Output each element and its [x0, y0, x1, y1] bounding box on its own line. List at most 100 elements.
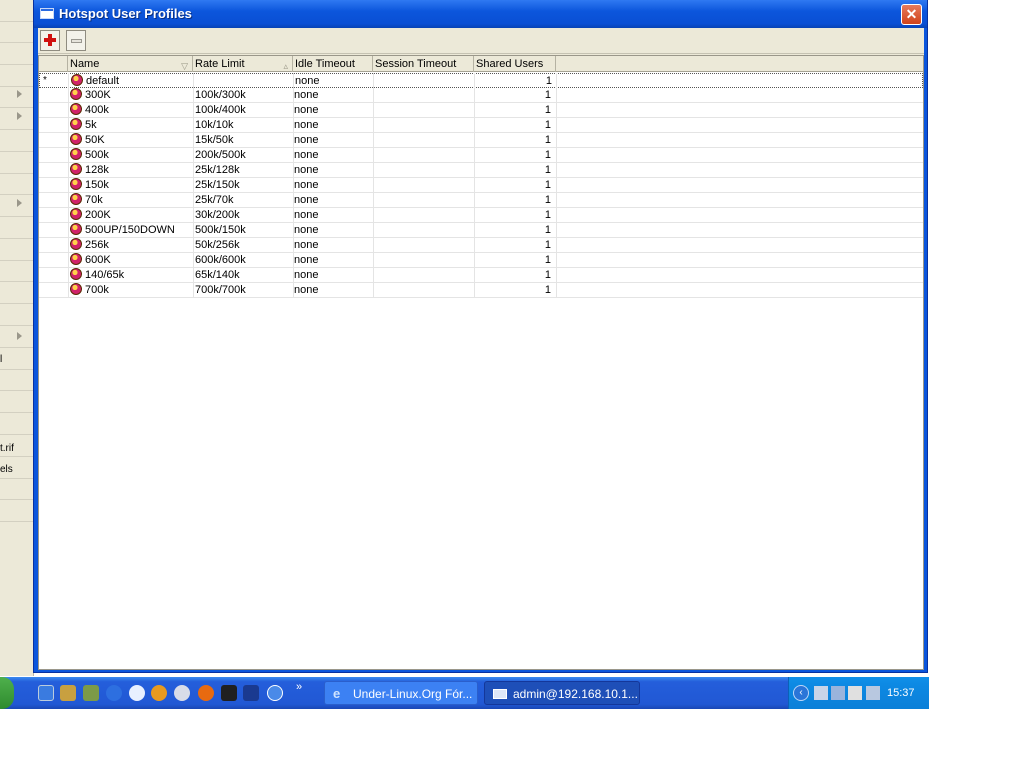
table-row[interactable]: 5k 10k/10k none 1 [39, 118, 923, 133]
quicklaunch-app-icon[interactable] [60, 685, 76, 701]
cell-rate-limit: 30k/200k [195, 209, 240, 221]
system-tray: ‹ 15:37 [788, 677, 929, 709]
quicklaunch-overflow-button[interactable]: » [296, 681, 302, 693]
clock[interactable]: 15:37 [887, 677, 915, 709]
cell-idle-timeout: none [294, 179, 319, 191]
taskbar-button-winbox[interactable]: admin@192.168.10.1... [484, 681, 640, 705]
cell-idle-timeout: none [294, 284, 319, 296]
add-button[interactable] [40, 30, 60, 51]
command-prompt-icon[interactable] [221, 685, 237, 701]
cell-session-timeout [374, 163, 469, 178]
cell-rate-limit: 100k/400k [195, 104, 246, 116]
column-header-idle-timeout[interactable]: Idle Timeout [293, 56, 373, 72]
submenu-arrow-icon [17, 199, 22, 207]
network-disconnected-icon[interactable] [814, 686, 828, 700]
cell-idle-timeout: none [294, 254, 319, 266]
cell-idle-timeout: none [294, 164, 319, 176]
row-marker [42, 178, 62, 193]
quicklaunch-app-icon[interactable] [151, 685, 167, 701]
network-tool-icon[interactable] [243, 685, 259, 701]
table-row[interactable]: 600K 600k/600k none 1 [39, 253, 923, 268]
cell-idle-timeout: none [295, 75, 320, 87]
cell-idle-timeout: none [294, 209, 319, 221]
cell-idle-timeout: none [294, 149, 319, 161]
table-row[interactable]: 300K 100k/300k none 1 [39, 88, 923, 103]
show-desktop-icon[interactable] [38, 685, 54, 701]
profile-name: 700k [85, 284, 109, 296]
cell-rate-limit: 200k/500k [195, 149, 246, 161]
cell-session-timeout [374, 133, 469, 148]
background-menu-text: els [0, 464, 13, 475]
profile-name: 70k [85, 194, 103, 206]
cell-rate-limit: 50k/256k [195, 239, 240, 251]
table-row[interactable]: 200K 30k/200k none 1 [39, 208, 923, 223]
cell-session-timeout [374, 103, 469, 118]
cell-rate-limit: 25k/70k [195, 194, 234, 206]
cell-session-timeout [374, 118, 469, 133]
quicklaunch-app-icon[interactable] [83, 685, 99, 701]
table-header: Name ▽ Rate Limit ▵ Idle Timeout Session… [39, 56, 923, 72]
cell-rate-limit: 15k/50k [195, 134, 234, 146]
user-profile-icon [70, 193, 82, 205]
show-hidden-icons-button[interactable]: ‹ [793, 685, 809, 701]
column-header-label: Name [70, 58, 100, 70]
cell-shared-users: 1 [544, 179, 551, 191]
table-row[interactable]: 70k 25k/70k none 1 [39, 193, 923, 208]
quicklaunch-app-icon[interactable] [198, 685, 214, 701]
table-row[interactable]: 500k 200k/500k none 1 [39, 148, 923, 163]
volume-icon[interactable] [848, 686, 862, 700]
column-header-shared-users[interactable]: Shared Users [474, 56, 556, 72]
network-icon[interactable] [831, 686, 845, 700]
cell-idle-timeout: none [294, 269, 319, 281]
ie-icon: e [333, 686, 341, 701]
table-row[interactable]: 50K 15k/50k none 1 [39, 133, 923, 148]
cell-name: 50K [70, 133, 190, 148]
quicklaunch-app-icon[interactable] [267, 685, 283, 701]
column-header-session-timeout[interactable]: Session Timeout [373, 56, 474, 72]
ie-icon[interactable] [106, 685, 122, 701]
row-marker [42, 133, 62, 148]
table-row[interactable]: 140/65k 65k/140k none 1 [39, 268, 923, 283]
table-row[interactable]: 400k 100k/400k none 1 [39, 103, 923, 118]
taskbar-button-browser[interactable]: e Under-Linux.Org Fór... [324, 681, 478, 705]
window-titlebar[interactable]: Hotspot User Profiles ✕ [34, 0, 927, 28]
taskbar-button-label: Under-Linux.Org Fór... [353, 687, 473, 701]
cd-icon[interactable] [174, 685, 190, 701]
submenu-arrow-icon [17, 90, 22, 98]
column-header-marker [39, 56, 68, 72]
cell-rate-limit: 65k/140k [195, 269, 240, 281]
table-row[interactable]: 500UP/150DOWN 500k/150k none 1 [39, 223, 923, 238]
media-player-icon[interactable] [129, 685, 145, 701]
column-divider [373, 73, 374, 298]
profile-name: 150k [85, 179, 109, 191]
column-header-name[interactable]: Name ▽ [68, 56, 193, 72]
remove-button[interactable] [66, 30, 86, 51]
cell-session-timeout [374, 193, 469, 208]
row-marker [42, 193, 62, 208]
table-row[interactable]: 150k 25k/150k none 1 [39, 178, 923, 193]
cell-name: 150k [70, 178, 190, 193]
table-row[interactable]: 256k 50k/256k none 1 [39, 238, 923, 253]
cell-rate-limit: 10k/10k [195, 119, 234, 131]
column-divider [193, 73, 194, 298]
profile-name: 400k [85, 104, 109, 116]
start-button[interactable] [0, 677, 14, 709]
cell-session-timeout [374, 223, 469, 238]
table-row[interactable]: 128k 25k/128k none 1 [39, 163, 923, 178]
cell-shared-users: 1 [544, 254, 551, 266]
monitor-icon[interactable] [866, 686, 880, 700]
close-button[interactable]: ✕ [901, 4, 922, 25]
cell-shared-users: 1 [544, 194, 551, 206]
user-profile-icon [70, 238, 82, 250]
column-header-rate-limit[interactable]: Rate Limit ▵ [193, 56, 293, 72]
cell-rate-limit: 700k/700k [195, 284, 246, 296]
table-row[interactable]: 700k 700k/700k none 1 [39, 283, 923, 298]
profile-name: 300K [85, 89, 111, 101]
user-profile-icon [70, 103, 82, 115]
window-icon [40, 8, 54, 19]
table-row[interactable]: * default none 1 [39, 73, 923, 88]
cell-shared-users: 1 [544, 134, 551, 146]
column-divider [68, 73, 69, 298]
cell-session-timeout [374, 253, 469, 268]
profile-name: 50K [85, 134, 105, 146]
